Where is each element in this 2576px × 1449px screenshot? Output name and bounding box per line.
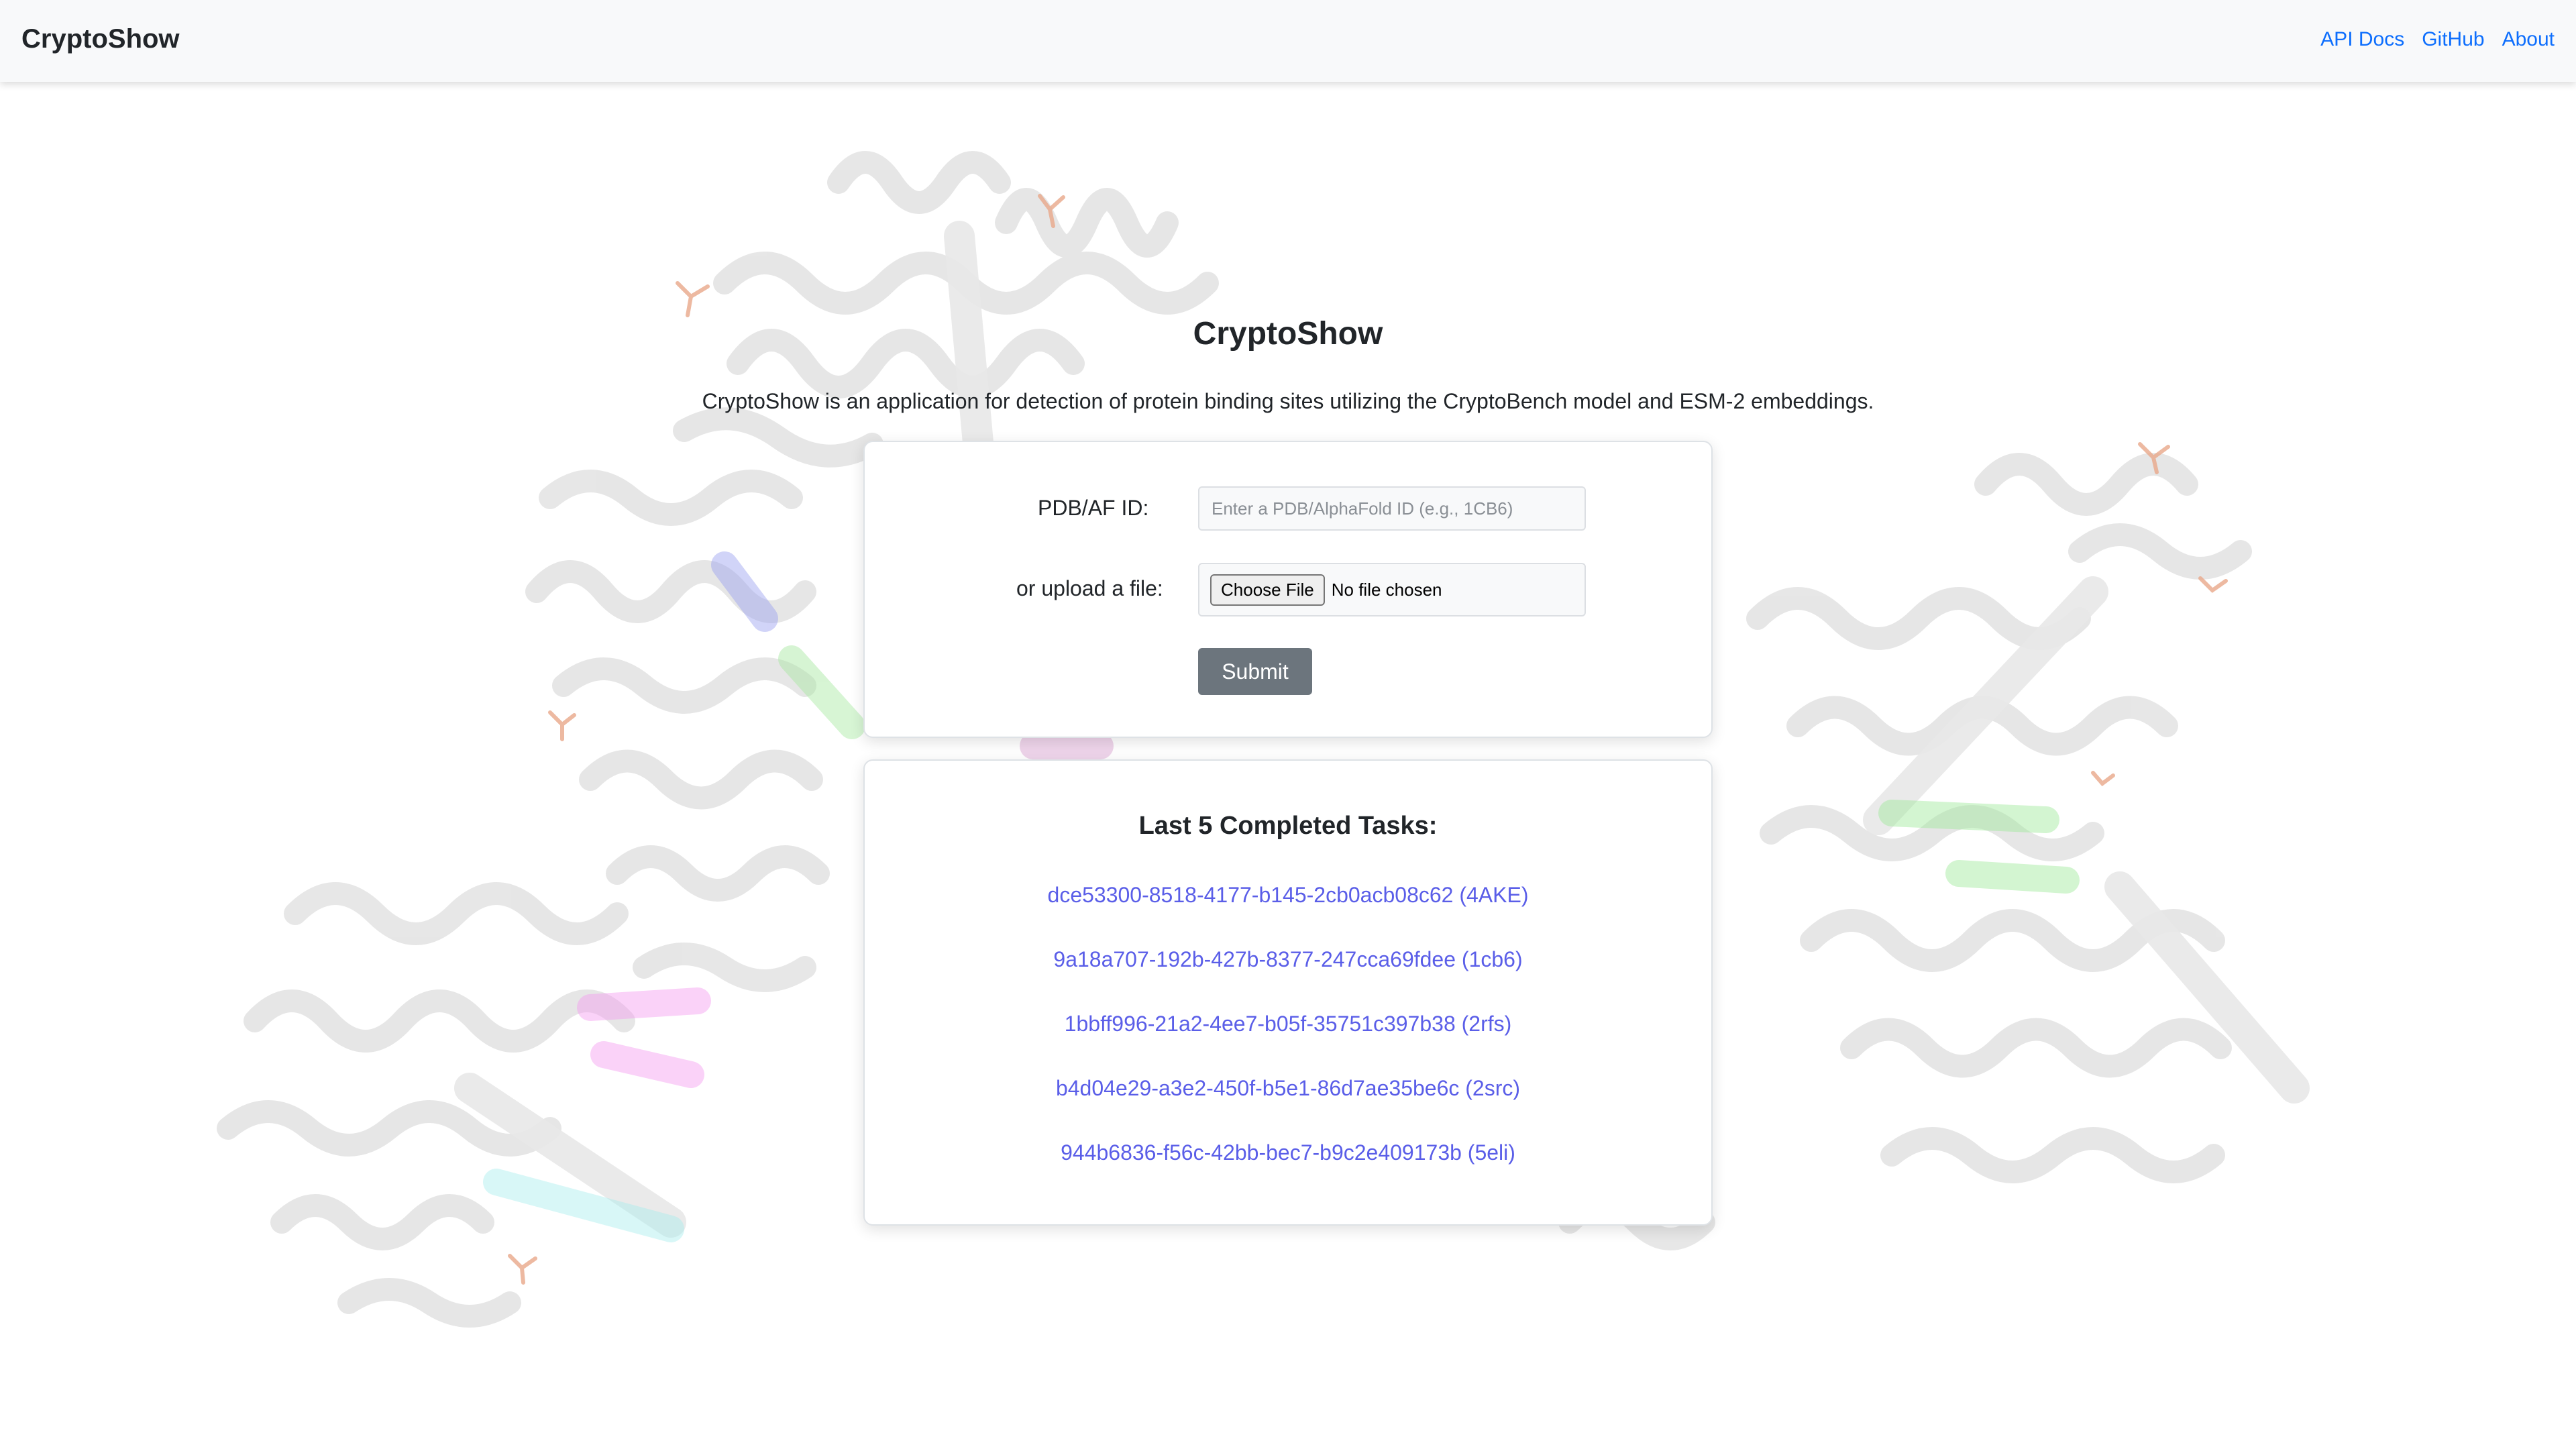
navbar: CryptoShow API Docs GitHub About	[0, 0, 2576, 82]
task-link[interactable]: b4d04e29-a3e2-450f-b5e1-86d7ae35be6c (2s…	[1056, 1076, 1520, 1100]
choose-file-button[interactable]: Choose File	[1210, 574, 1325, 606]
pdb-id-input[interactable]	[1198, 486, 1586, 531]
list-item: 9a18a707-192b-427b-8377-247cca69fdee (1c…	[865, 947, 1711, 1012]
list-item: 944b6836-f56c-42bb-bec7-b9c2e409173b (5e…	[865, 1140, 1711, 1205]
upload-file-label: or upload a file:	[1016, 576, 1163, 600]
submission-form-card: PDB/AF ID: or upload a file: Choose File…	[863, 441, 1713, 738]
task-link[interactable]: 9a18a707-192b-427b-8377-247cca69fdee (1c…	[1053, 947, 1522, 971]
file-status-text: No file chosen	[1331, 579, 1442, 600]
task-link[interactable]: 1bbff996-21a2-4ee7-b05f-35751c397b38 (2r…	[1065, 1012, 1512, 1036]
list-item: dce53300-8518-4177-b145-2cb0acb08c62 (4A…	[865, 883, 1711, 947]
brand-link[interactable]: CryptoShow	[21, 24, 180, 54]
page-title: CryptoShow	[1193, 316, 1383, 352]
nav-link-api-docs[interactable]: API Docs	[2320, 28, 2404, 51]
file-upload-field[interactable]: Choose File No file chosen	[1198, 563, 1586, 616]
nav-link-github[interactable]: GitHub	[2422, 28, 2484, 51]
page-description: CryptoShow is an application for detecti…	[702, 389, 1874, 413]
task-link[interactable]: 944b6836-f56c-42bb-bec7-b9c2e409173b (5e…	[1061, 1140, 1515, 1165]
completed-tasks-card: Last 5 Completed Tasks: dce53300-8518-41…	[863, 759, 1713, 1226]
submit-button[interactable]: Submit	[1198, 648, 1312, 695]
pdb-id-label: PDB/AF ID:	[1038, 496, 1149, 520]
nav-links: API Docs GitHub About	[2320, 28, 2555, 51]
nav-link-about[interactable]: About	[2502, 28, 2555, 51]
tasks-heading: Last 5 Completed Tasks:	[1138, 812, 1438, 840]
list-item: 1bbff996-21a2-4ee7-b05f-35751c397b38 (2r…	[865, 1012, 1711, 1076]
list-item: b4d04e29-a3e2-450f-b5e1-86d7ae35be6c (2s…	[865, 1076, 1711, 1140]
task-link[interactable]: dce53300-8518-4177-b145-2cb0acb08c62 (4A…	[1048, 883, 1529, 907]
task-list: dce53300-8518-4177-b145-2cb0acb08c62 (4A…	[865, 883, 1711, 1205]
